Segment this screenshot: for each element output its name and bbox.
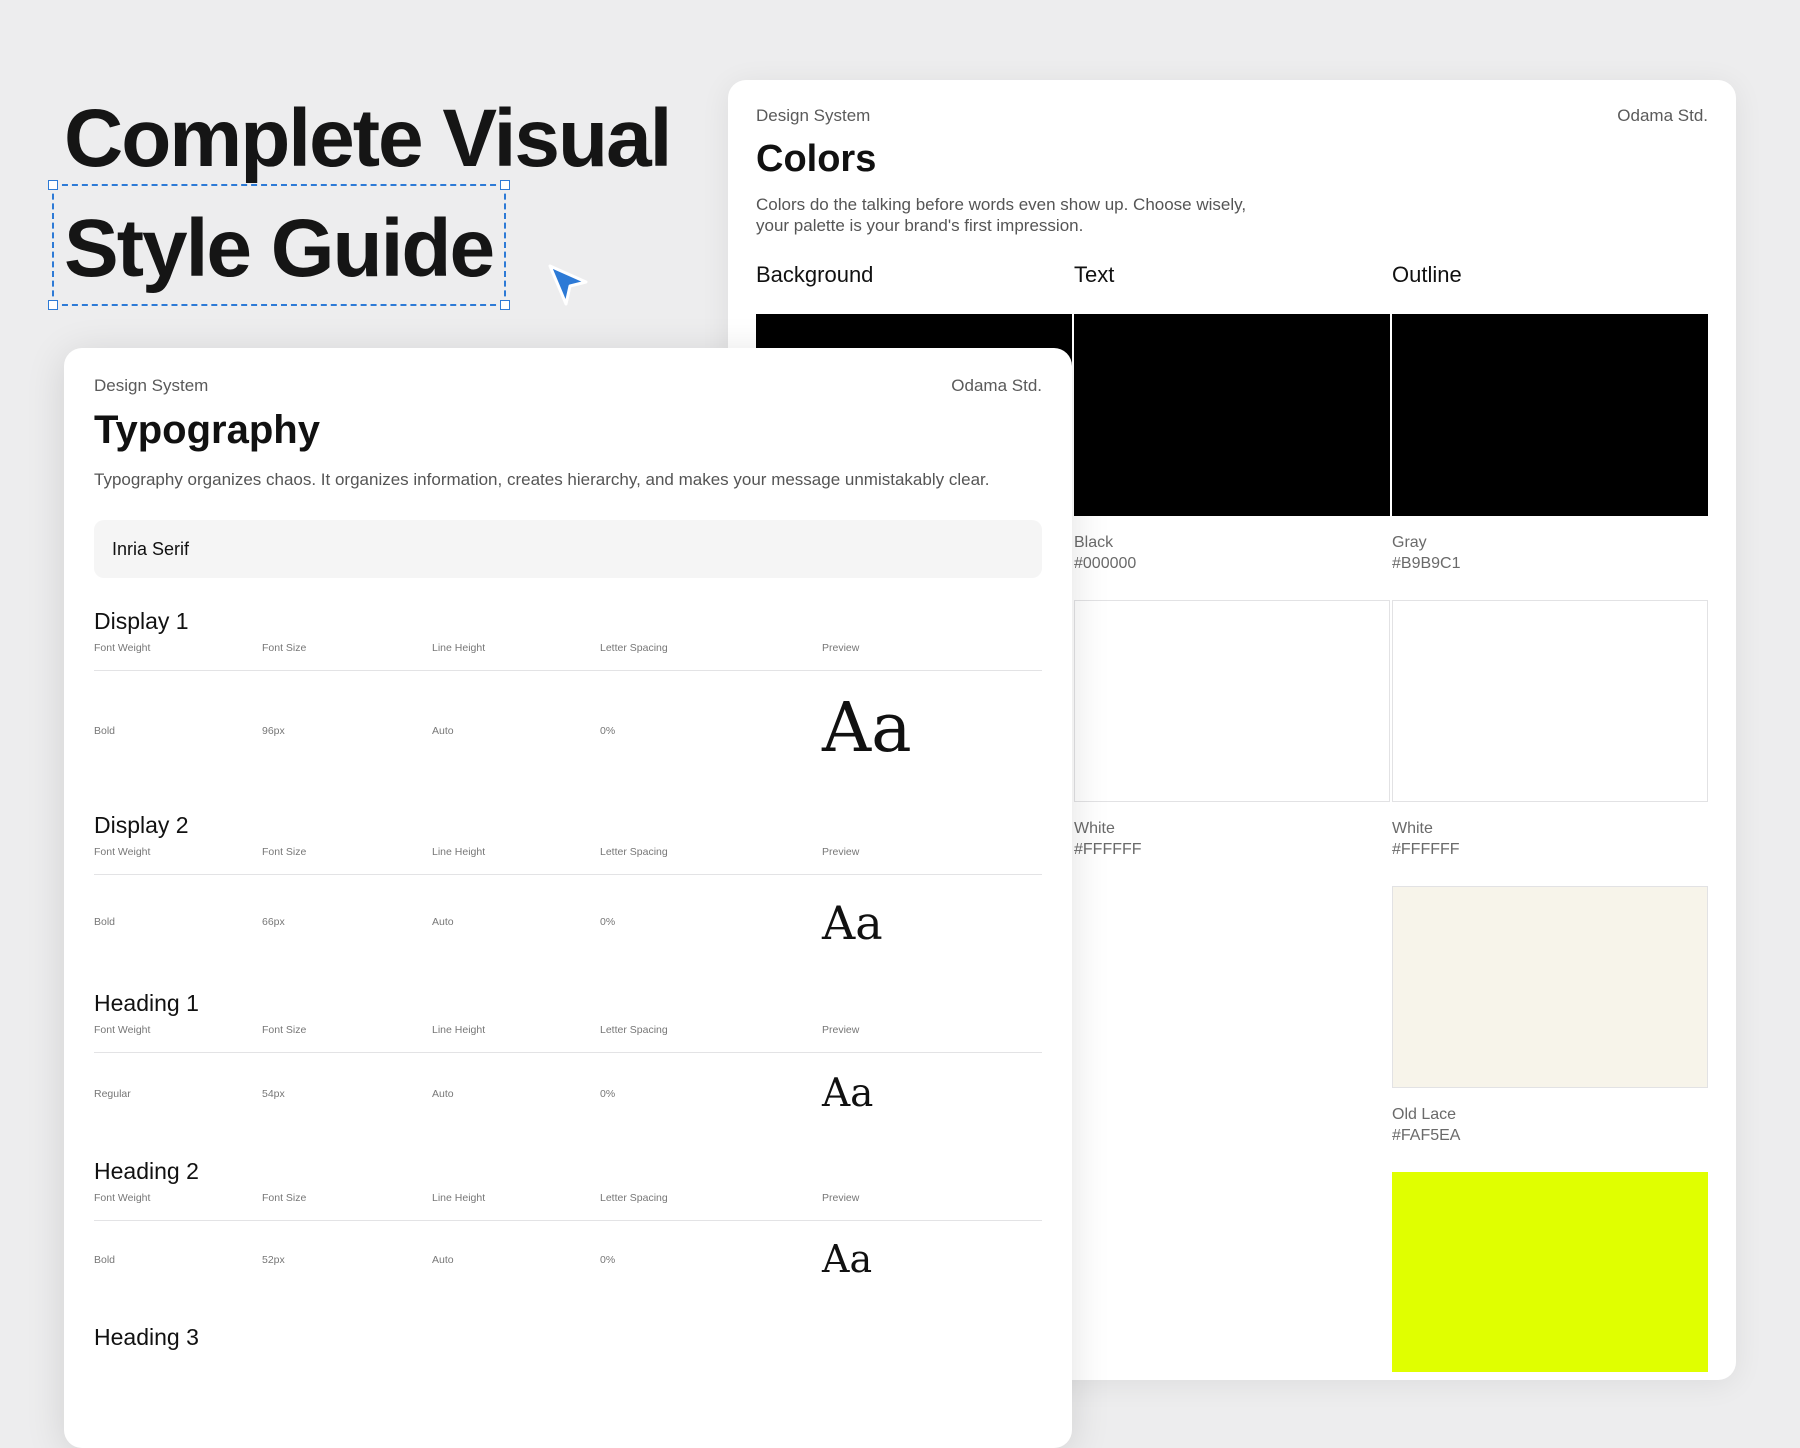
style-name: Heading 3 xyxy=(94,1324,199,1350)
preview-sample: Aa xyxy=(822,1237,873,1281)
swatch-outline-white[interactable] xyxy=(1392,600,1708,802)
swatch-text-white[interactable] xyxy=(1074,600,1390,802)
style-meta-header: Font Weight Font Size Line Height Letter… xyxy=(94,1192,860,1204)
style-meta-header: Font Weight Font Size Line Height Letter… xyxy=(94,642,860,654)
style-name: Heading 2 xyxy=(94,1158,199,1184)
swatch-label-white-outline: White #FFFFFF xyxy=(1392,820,1460,858)
preview-sample: Aa xyxy=(822,689,912,768)
swatch-label-old-lace: Old Lace #FAF5EA xyxy=(1392,1106,1461,1144)
swatch-label-white-text: White #FFFFFF xyxy=(1074,820,1142,858)
type-style-heading-2: Heading 2 Font Weight Font Size Line Hei… xyxy=(94,1154,1042,1301)
style-values: Bold 66px Auto 0% Aa xyxy=(94,896,883,950)
swatch-label-black: Black #000000 xyxy=(1074,534,1137,572)
column-header-outline: Outline xyxy=(1392,262,1462,287)
resize-handle-top-left[interactable] xyxy=(48,180,58,190)
swatch-old-lace[interactable] xyxy=(1392,886,1708,1088)
preview-sample: Aa xyxy=(822,1071,874,1116)
swatch-text-black[interactable] xyxy=(1074,314,1390,516)
colors-title: Colors xyxy=(756,138,877,180)
colors-description: Colors do the talking before words even … xyxy=(756,195,1247,235)
selection-box[interactable] xyxy=(48,180,510,310)
type-style-display-2: Display 2 Font Weight Font Size Line Hei… xyxy=(94,808,1042,955)
type-style-heading-3: Heading 3 xyxy=(94,1320,1042,1354)
style-name: Display 1 xyxy=(94,608,189,634)
type-style-display-1: Display 1 Font Weight Font Size Line Hei… xyxy=(94,604,1042,767)
swatch-label-gray: Gray #B9B9C1 xyxy=(1392,534,1461,572)
typography-section-label: Design System xyxy=(94,376,209,395)
resize-handle-top-right[interactable] xyxy=(500,180,510,190)
colors-brand-label: Odama Std. xyxy=(1617,106,1708,125)
swatch-lime[interactable] xyxy=(1392,1172,1708,1372)
style-name: Heading 1 xyxy=(94,990,199,1016)
typography-title: Typography xyxy=(94,408,320,452)
style-values: Bold 96px Auto 0% Aa xyxy=(94,689,912,768)
style-meta-header: Font Weight Font Size Line Height Letter… xyxy=(94,1024,860,1036)
typography-brand-label: Odama Std. xyxy=(951,376,1042,395)
typography-description: Typography organizes chaos. It organizes… xyxy=(94,470,990,489)
style-values: Bold 52px Auto 0% Aa xyxy=(94,1237,873,1281)
column-header-background: Background xyxy=(756,262,874,287)
cursor-arrow-icon xyxy=(548,264,588,306)
style-meta-header: Font Weight Font Size Line Height Letter… xyxy=(94,846,860,858)
typography-card: Design System Odama Std. Typography Typo… xyxy=(64,348,1072,1448)
colors-section-label: Design System xyxy=(756,106,871,125)
type-style-heading-1: Heading 1 Font Weight Font Size Line Hei… xyxy=(94,986,1042,1133)
preview-sample: Aa xyxy=(822,896,883,950)
style-name: Display 2 xyxy=(94,812,189,838)
hero-title-line-1: Complete Visual xyxy=(64,93,672,184)
resize-handle-bottom-left[interactable] xyxy=(48,300,58,310)
font-family-name: Inria Serif xyxy=(112,538,190,559)
column-header-text: Text xyxy=(1074,262,1115,287)
font-family-selector[interactable]: Inria Serif xyxy=(94,520,1042,578)
swatch-outline-gray[interactable] xyxy=(1392,314,1708,516)
resize-handle-bottom-right[interactable] xyxy=(500,300,510,310)
style-values: Regular 54px Auto 0% Aa xyxy=(94,1071,874,1116)
